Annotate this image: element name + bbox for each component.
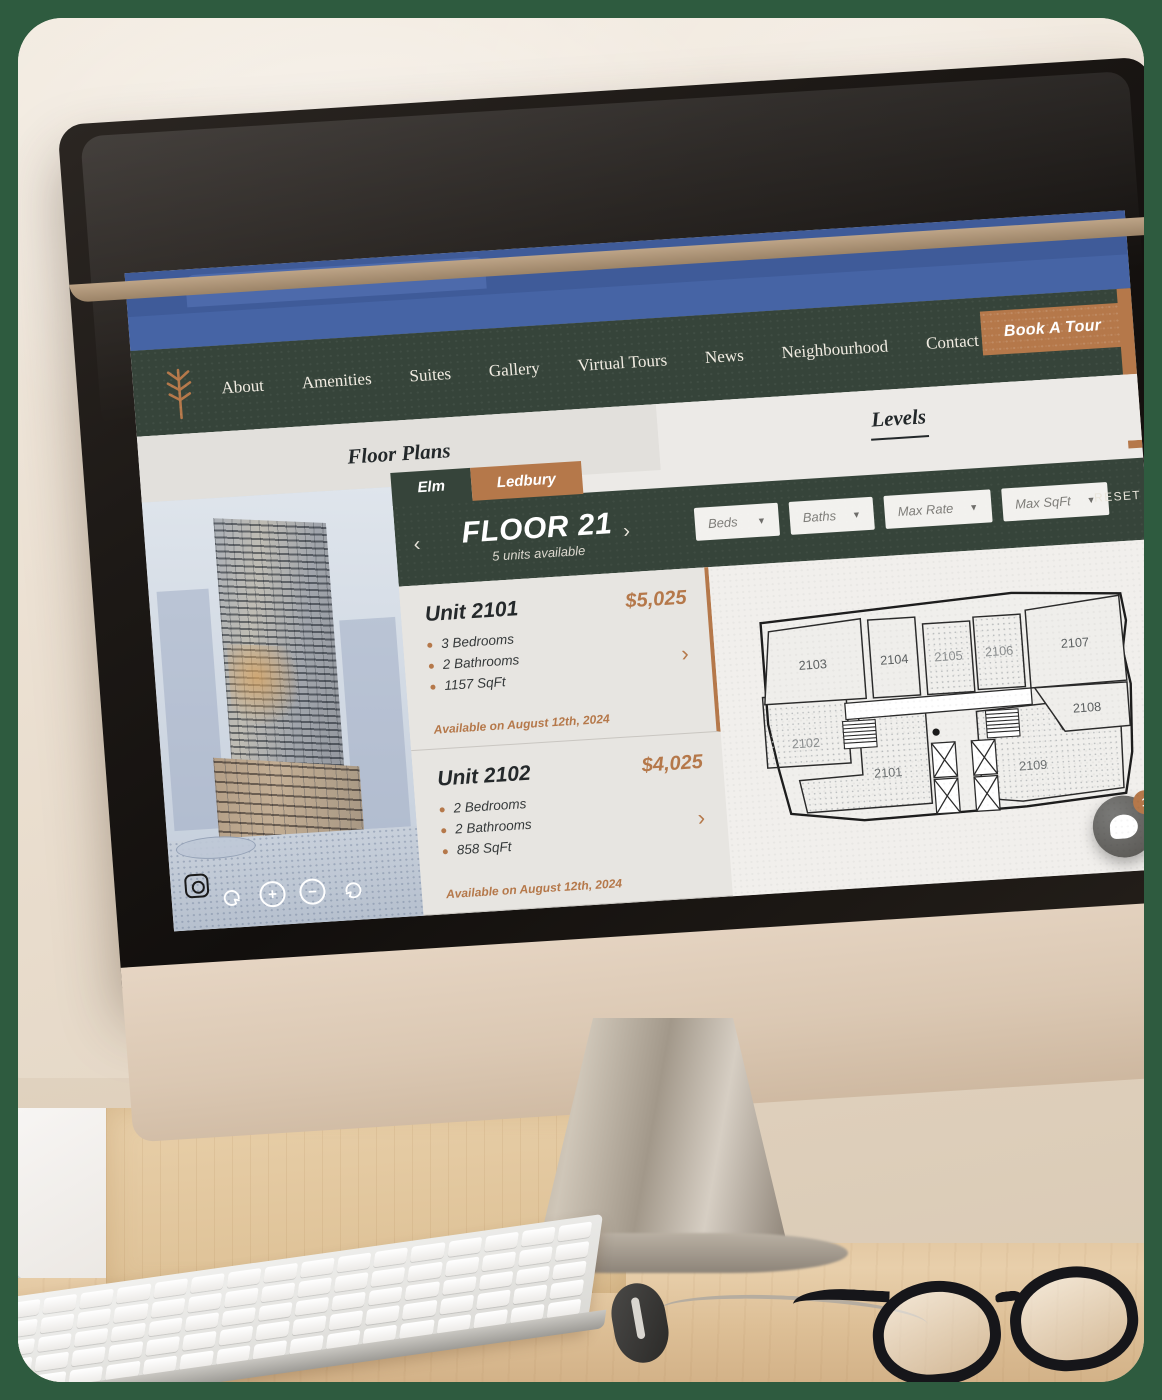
unit-name: Unit 2101: [424, 597, 520, 627]
filter-beds-label: Beds: [707, 514, 739, 532]
core-marker: [932, 728, 940, 736]
room-shape-2106[interactable]: [972, 613, 1027, 691]
room-label-2103: 2103: [798, 657, 827, 673]
building-tab-ledbury[interactable]: Ledbury: [469, 460, 584, 501]
chat-widget-button[interactable]: 1: [1090, 789, 1144, 860]
zoom-out-glyph: −: [307, 882, 318, 901]
next-floor-button[interactable]: ›: [623, 520, 631, 543]
chat-unread-badge: 1: [1132, 789, 1144, 815]
chevron-down-icon: ▼: [851, 509, 862, 520]
room-label-2109: 2109: [1019, 758, 1048, 774]
room-shape-2103[interactable]: [759, 617, 868, 706]
zoom-in-glyph: +: [267, 885, 278, 903]
filter-baths[interactable]: Baths ▼: [788, 496, 876, 535]
nav-link-gallery[interactable]: Gallery: [488, 358, 540, 381]
nav-link-amenities[interactable]: Amenities: [301, 369, 372, 393]
filter-group: Beds ▼ Baths ▼ Max Rate ▼ Max SqFt ▼: [693, 481, 1110, 541]
room-shape-2104[interactable]: [866, 616, 922, 699]
tab-levels-underline: [871, 434, 930, 441]
book-a-tour-label: Book A Tour: [1003, 317, 1102, 341]
building-tab-elm-label: Elm: [416, 477, 446, 497]
book-a-tour-button[interactable]: Book A Tour: [980, 302, 1125, 356]
unit-price: $4,025: [640, 750, 704, 777]
chat-bubble-icon: [1108, 813, 1139, 840]
corridor: [844, 687, 1033, 721]
building-tab-elm[interactable]: Elm: [390, 467, 473, 506]
reset-filters-button[interactable]: RESET: [1094, 488, 1142, 505]
nav-link-about[interactable]: About: [221, 376, 265, 399]
filter-max-sqft-label: Max SqFt: [1014, 493, 1072, 512]
rotate-left-icon[interactable]: [219, 883, 247, 911]
room-shape-2108[interactable]: [1033, 681, 1132, 733]
zoom-out-icon[interactable]: −: [298, 877, 327, 906]
instagram-camera-icon[interactable]: [183, 873, 210, 899]
room-label-2102: 2102: [791, 736, 820, 752]
nav-link-contact[interactable]: Contact: [925, 331, 979, 354]
nav-link-neighbourhood[interactable]: Neighbourhood: [781, 336, 889, 363]
room-label-2108: 2108: [1072, 700, 1101, 716]
desk-scene: ☆ ◫ @ ∅ ☌ ⎒ ⋮ ← → ↻: [0, 0, 1162, 1400]
unit-price: $5,025: [624, 586, 688, 613]
room-label-2105: 2105: [934, 649, 963, 665]
floor-units-available: 5 units available: [491, 542, 586, 564]
unit-list: Unit 2101 $5,025 3 Bedrooms 2 Bathrooms …: [398, 567, 733, 916]
unit-name: Unit 2102: [436, 761, 532, 791]
filter-max-rate-label: Max Rate: [897, 500, 954, 520]
unit-availability: Available on August 12th, 2024: [433, 711, 611, 737]
floor-outline: [759, 591, 1134, 822]
room-label-2107: 2107: [1060, 635, 1089, 651]
floor-title: FLOOR 21: [460, 507, 614, 550]
room-shape-2102[interactable]: [761, 691, 852, 769]
monitor-screen: ☆ ◫ @ ∅ ☌ ⎒ ⋮ ← → ↻: [124, 210, 1144, 932]
browser-window: ☆ ◫ @ ∅ ☌ ⎒ ⋮ ← → ↻: [124, 210, 1144, 932]
room-label-2104: 2104: [880, 652, 909, 668]
filter-beds[interactable]: Beds ▼: [693, 502, 781, 541]
nav-link-virtual-tours[interactable]: Virtual Tours: [577, 350, 668, 376]
unit-specs: 2 Bedrooms 2 Bathrooms 858 SqFt: [439, 785, 709, 859]
imac-monitor: ☆ ◫ @ ∅ ☌ ⎒ ⋮ ← → ↻: [57, 56, 1144, 1143]
room-shape-2109[interactable]: [975, 699, 1126, 804]
filter-baths-label: Baths: [802, 508, 837, 526]
room-label-2106: 2106: [985, 644, 1014, 660]
floor-plan-panel: 2103 2104 2105 2106 2107 2108 2102 2101 …: [708, 539, 1144, 897]
tab-floor-plans-label: Floor Plans: [346, 437, 452, 469]
unit-card[interactable]: Unit 2102 $4,025 2 Bedrooms 2 Bathrooms …: [411, 731, 733, 916]
tab-levels-label: Levels: [870, 403, 927, 432]
glasses-lens-right: [1004, 1260, 1144, 1377]
unit-card[interactable]: Unit 2101 $5,025 3 Bedrooms 2 Bathrooms …: [398, 567, 721, 752]
elevator-bank: [930, 738, 1001, 815]
floor-plan-diagram[interactable]: 2103 2104 2105 2106 2107 2108 2102 2101 …: [738, 565, 1144, 849]
tower-sun-glare: [226, 643, 304, 727]
stairwell: [841, 708, 1021, 750]
filter-max-sqft[interactable]: Max SqFt ▼: [1000, 481, 1110, 522]
room-labels: 2103 2104 2105 2106 2107 2108 2102 2101 …: [791, 635, 1101, 781]
room-shape-2105[interactable]: [921, 620, 976, 696]
elm-branch-logo[interactable]: [158, 363, 202, 421]
room-shape-2101[interactable]: [795, 710, 934, 814]
rotate-right-icon[interactable]: [338, 875, 366, 903]
nav-link-suites[interactable]: Suites: [409, 364, 452, 387]
building-tab-ledbury-label: Ledbury: [496, 470, 557, 492]
nav-link-news[interactable]: News: [704, 346, 744, 368]
prev-floor-button[interactable]: ‹: [413, 533, 421, 556]
filter-max-rate[interactable]: Max Rate ▼: [883, 489, 993, 529]
chevron-down-icon: ▼: [968, 501, 979, 513]
zoom-in-icon[interactable]: +: [258, 880, 287, 908]
unit-specs: 3 Bedrooms 2 Bathrooms 1157 SqFt: [427, 621, 693, 694]
chevron-down-icon: ▼: [756, 514, 767, 526]
chevron-down-icon: ▼: [1086, 494, 1096, 505]
room-label-2101: 2101: [874, 765, 903, 781]
room-shape-2107[interactable]: [1024, 594, 1128, 689]
building-render-image[interactable]: + −: [141, 486, 424, 932]
unit-availability: Available on August 12th, 2024: [445, 876, 623, 902]
